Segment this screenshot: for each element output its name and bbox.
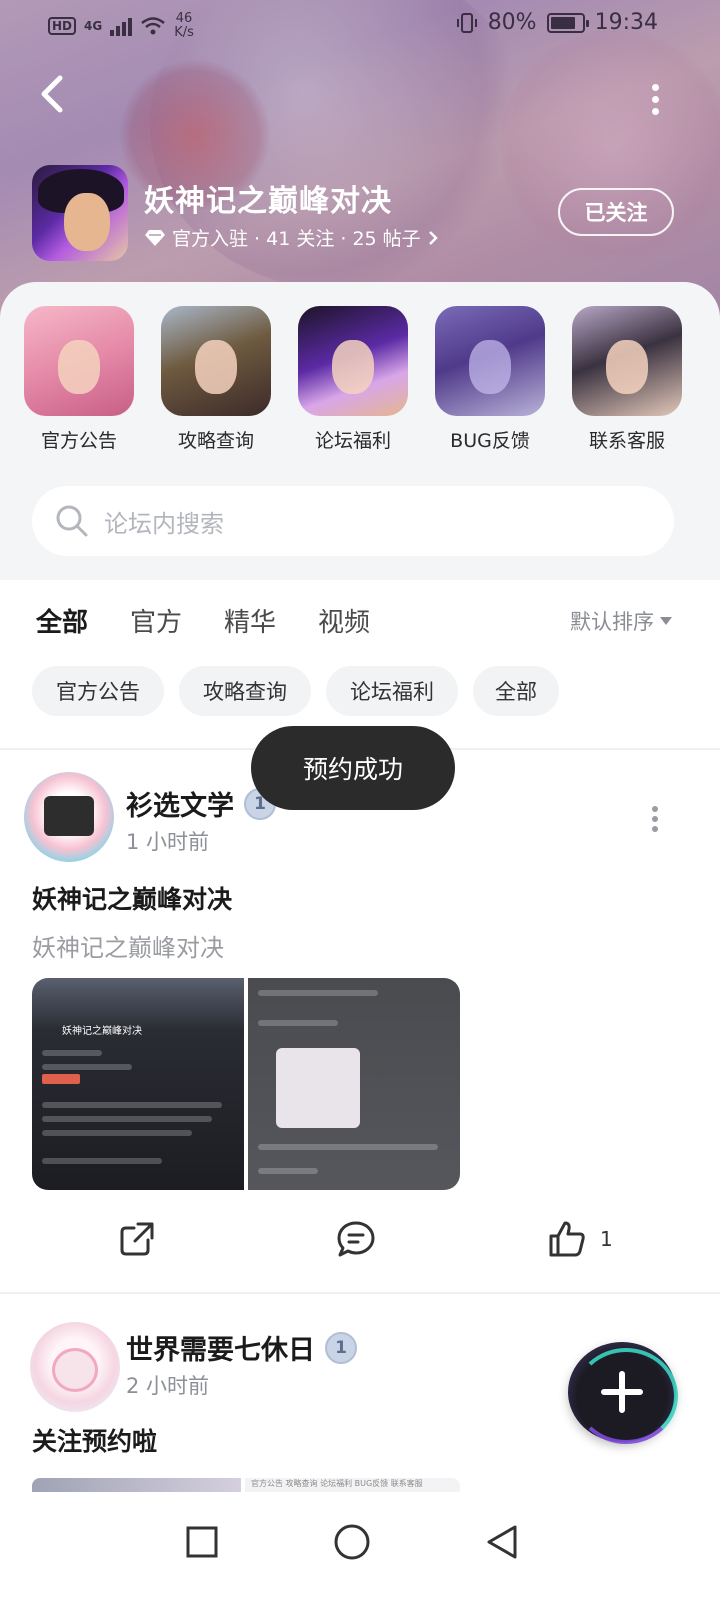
quick-link-announcements[interactable]: 官方公告 (24, 306, 134, 453)
guides-image (161, 306, 271, 416)
chip-guides[interactable]: 攻略查询 (179, 666, 311, 716)
header-banner (0, 0, 720, 320)
triangle-back-icon (487, 1525, 517, 1559)
share-button[interactable] (118, 1220, 156, 1258)
back-nav-button[interactable] (472, 1512, 532, 1572)
plus-icon (601, 1371, 643, 1413)
post-title[interactable]: 关注预约啦 (32, 1422, 157, 1458)
thumbs-up-icon (549, 1221, 585, 1257)
tab-all[interactable]: 全部 (36, 602, 88, 639)
new-post-button[interactable] (568, 1342, 678, 1444)
status-bar: HD 4G 46 K/s 80% 19:34 (0, 0, 720, 48)
level-badge: 1 (325, 1331, 357, 1364)
peek-caption: 官方公告 攻略查询 论坛福利 BUG反馈 联系客服 (245, 1478, 460, 1492)
game-title: 妖神记之巅峰对决 (144, 184, 392, 219)
quick-link-benefits[interactable]: 论坛福利 (298, 306, 408, 453)
square-icon (186, 1526, 218, 1558)
forum-panel: 官方公告 攻略查询 论坛福利 BUG反馈 联系客服 论坛内搜索 (0, 282, 720, 580)
author-name: 世界需要七休日 (126, 1335, 315, 1366)
quick-link-label: 联系客服 (588, 430, 665, 452)
post-excerpt[interactable]: 妖神记之巅峰对决 (32, 928, 224, 963)
chip-benefits[interactable]: 论坛福利 (326, 666, 458, 716)
clock: 19:34 (594, 10, 658, 35)
post-images[interactable]: 妖神记之巅峰对决 (32, 978, 460, 1190)
tab-bar: 全部 官方 精华 视频 默认排序 官方公告 攻略查询 论坛福利 全部 (0, 580, 720, 750)
hd-indicator: HD (48, 17, 77, 35)
post-title[interactable]: 妖神记之巅峰对决 (32, 880, 232, 916)
quick-link-label: 官方公告 (40, 430, 117, 452)
avatar[interactable] (24, 772, 114, 862)
benefits-image (298, 306, 408, 416)
post-actions: 1 (0, 1210, 720, 1274)
like-button[interactable]: 1 (548, 1220, 613, 1258)
post-author[interactable]: 世界需要七休日 1 (126, 1328, 357, 1367)
wifi-icon (141, 17, 166, 35)
game-icon (32, 165, 128, 261)
tab-featured[interactable]: 精华 (224, 602, 276, 639)
search-input[interactable]: 论坛内搜索 (32, 486, 674, 556)
chip-all[interactable]: 全部 (473, 666, 559, 716)
sort-label: 默认排序 (570, 610, 654, 634)
comment-icon (337, 1221, 375, 1257)
quick-link-label: BUG反馈 (450, 430, 530, 452)
quick-link-label: 攻略查询 (177, 430, 254, 452)
quick-link-bug-report[interactable]: BUG反馈 (435, 306, 545, 453)
sort-dropdown[interactable]: 默认排序 (570, 606, 672, 636)
diamond-icon (145, 229, 165, 246)
toast-message: 预约成功 (251, 726, 455, 810)
caret-down-icon (660, 617, 672, 625)
vibrate-icon (456, 12, 477, 33)
follow-button[interactable]: 已关注 (558, 188, 674, 236)
more-vertical-icon[interactable] (640, 78, 670, 118)
tab-video[interactable]: 视频 (318, 602, 370, 639)
post-author[interactable]: 衫选文学 1 (126, 784, 276, 823)
thumb-caption: 妖神记之巅峰对决 (62, 1026, 142, 1037)
search-placeholder: 论坛内搜索 (104, 509, 224, 538)
tab-official[interactable]: 官方 (130, 602, 182, 639)
chip-announcements[interactable]: 官方公告 (32, 666, 164, 716)
author-name: 衫选文学 (126, 791, 234, 822)
post-image-1[interactable]: 妖神记之巅峰对决 (32, 978, 244, 1190)
quick-link-label: 论坛福利 (314, 430, 391, 452)
post-time: 1 小时前 (126, 830, 210, 854)
chevron-right-icon (428, 230, 438, 245)
quick-link-support[interactable]: 联系客服 (572, 306, 682, 453)
announcements-image (24, 306, 134, 416)
net-speed: 46 K/s (174, 11, 194, 40)
avatar[interactable] (30, 1322, 120, 1412)
network-type: 4G (84, 19, 103, 33)
share-icon (120, 1222, 154, 1256)
bug-report-image (435, 306, 545, 416)
back-button[interactable] (34, 72, 74, 116)
system-nav-bar (0, 1492, 720, 1600)
search-icon (56, 505, 88, 537)
signal-icon (110, 16, 133, 36)
post-images-partial[interactable]: 官方公告 攻略查询 论坛福利 BUG反馈 联系客服 (32, 1478, 460, 1492)
divider (0, 1292, 720, 1294)
home-button[interactable] (322, 1512, 382, 1572)
circle-icon (334, 1524, 370, 1560)
post-time: 2 小时前 (126, 1374, 210, 1398)
quick-link-guides[interactable]: 攻略查询 (161, 306, 271, 453)
game-meta-text: 官方入驻 · 41 关注 · 25 帖子 (172, 228, 421, 250)
post-image-2[interactable] (248, 978, 460, 1190)
battery-icon (546, 12, 589, 33)
support-image (572, 306, 682, 416)
game-meta[interactable]: 官方入驻 · 41 关注 · 25 帖子 (144, 224, 439, 251)
comment-button[interactable] (336, 1220, 376, 1258)
more-vertical-icon[interactable] (648, 806, 662, 832)
like-count: 1 (600, 1227, 613, 1251)
chevron-left-icon (41, 75, 63, 113)
battery-percent: 80% (487, 10, 537, 35)
recent-apps-button[interactable] (172, 1512, 232, 1572)
